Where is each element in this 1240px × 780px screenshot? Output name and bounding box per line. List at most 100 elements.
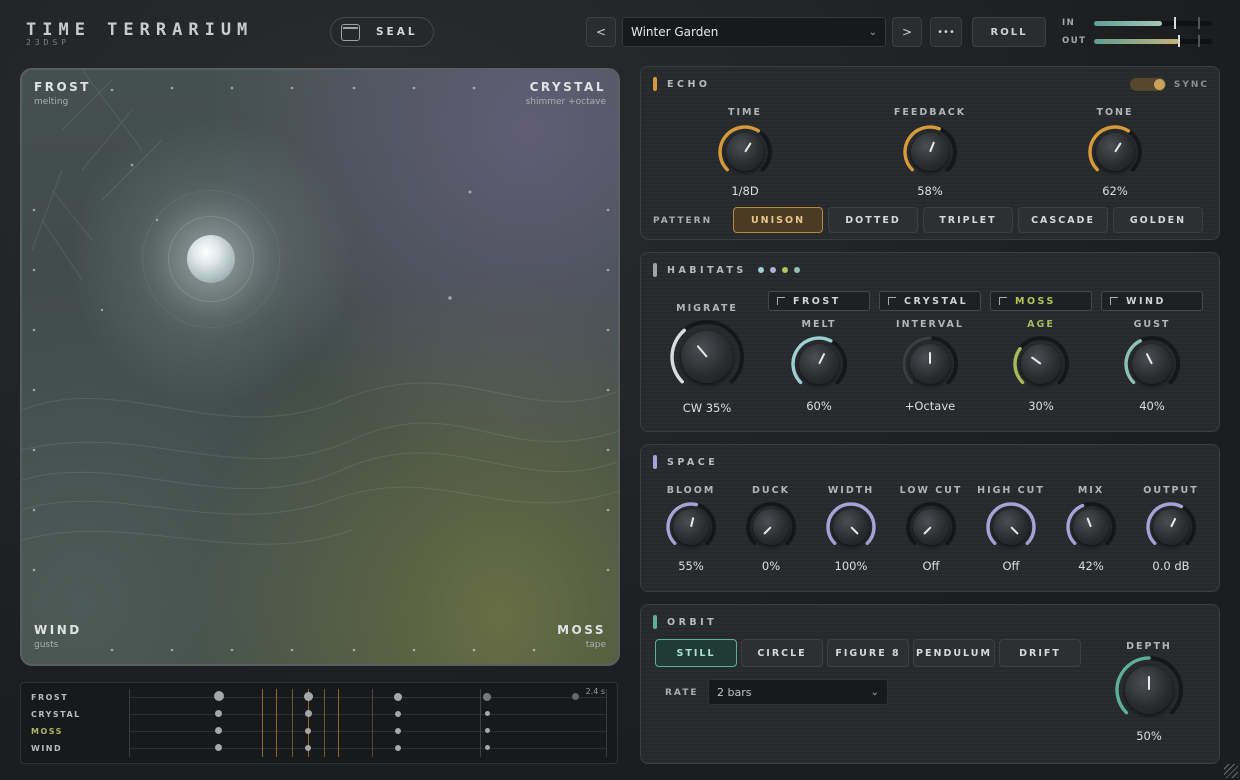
habitat-crystal-button[interactable]: CRYSTAL	[879, 291, 981, 311]
output-clip	[1197, 34, 1200, 47]
space-knob-group: BLOOM 55%	[651, 485, 731, 573]
xy-pad[interactable]: FROST melting CRYSTAL shimmer +octave WI…	[20, 68, 620, 666]
orbit-mode-still[interactable]: STILL	[655, 639, 737, 667]
rate-select[interactable]: 2 bars ⌄	[708, 679, 888, 705]
timeline-row	[130, 697, 606, 698]
tap-dot	[305, 710, 312, 717]
time-knob-value: 1/8D	[731, 184, 759, 198]
space-knob-label: HIGH CUT	[977, 485, 1045, 496]
corner-crystal: CRYSTAL shimmer +octave	[526, 80, 606, 107]
space-knob-value: Off	[1002, 559, 1020, 573]
knob-cap	[681, 331, 733, 383]
migrate-knob[interactable]	[669, 319, 745, 395]
space-knob[interactable]	[1065, 501, 1117, 553]
pattern-dotted[interactable]: DOTTED	[828, 207, 918, 233]
pattern-cascade[interactable]: CASCADE	[1018, 207, 1108, 233]
tap-line	[276, 689, 277, 757]
tap-dot	[485, 728, 490, 733]
space-knob-group: WIDTH 100%	[811, 485, 891, 573]
sync-label: SYNC	[1173, 79, 1209, 90]
tap-line	[338, 689, 339, 757]
knob-cap	[1021, 344, 1061, 384]
input-meter: IN	[1062, 16, 1212, 29]
space-knob-group: OUTPUT 0.0 dB	[1131, 485, 1211, 573]
pattern-golden[interactable]: GOLDEN	[1113, 207, 1203, 233]
tap-dot	[485, 745, 490, 750]
space-knob[interactable]	[745, 501, 797, 553]
time-knob[interactable]	[717, 124, 773, 180]
orbit-mode-figure8[interactable]: FIGURE 8	[827, 639, 909, 667]
corner-wind-sub: gusts	[34, 640, 59, 650]
depth-knob[interactable]	[1114, 655, 1184, 725]
timeline-row	[130, 714, 606, 715]
melt-knob[interactable]	[790, 335, 848, 393]
echo-header: ECHO	[653, 77, 711, 91]
sync-switch[interactable]	[1129, 78, 1166, 91]
tap-dot	[572, 693, 579, 700]
corner-icon	[1110, 297, 1118, 305]
orbit-mode-pendulum[interactable]: PENDULUM	[913, 639, 995, 667]
knob-indicator	[1148, 676, 1150, 690]
roll-button[interactable]: ROLL	[972, 17, 1046, 47]
migrate-knob-value: CW 35%	[682, 401, 732, 415]
feedback-knob-label: FEEDBACK	[893, 107, 967, 118]
input-meter-label: IN	[1062, 18, 1076, 28]
pattern-unison[interactable]: UNISON	[733, 207, 823, 233]
space-knob-value: 42%	[1078, 559, 1104, 573]
corner-frost: FROST melting	[34, 80, 91, 107]
next-preset-button[interactable]: >	[892, 17, 922, 47]
space-knob[interactable]	[665, 501, 717, 553]
feedback-knob[interactable]	[902, 124, 958, 180]
tap-dot	[305, 745, 311, 751]
space-knob[interactable]	[985, 501, 1037, 553]
timeline-grid	[129, 689, 607, 757]
prev-preset-button[interactable]: <	[586, 17, 616, 47]
time-knob-group: TIME 1/8D	[695, 107, 795, 198]
more-options-button[interactable]: •••	[930, 17, 962, 47]
space-knob[interactable]	[825, 501, 877, 553]
tap-dot	[395, 711, 401, 717]
space-knob-label: BLOOM	[666, 485, 716, 496]
habitat-moss-button[interactable]: MOSS	[990, 291, 1092, 311]
gust-knob-label: GUST	[1133, 319, 1171, 330]
habitats-panel: HABITATS MIGRATE CW 35% FROST CRYSTAL MO…	[640, 252, 1220, 432]
habitat-wind-label: WIND	[1126, 295, 1166, 307]
corner-frost-label: FROST	[34, 80, 91, 94]
orbit-mode-drift[interactable]: DRIFT	[999, 639, 1081, 667]
space-panel: SPACE BLOOM 55% DUCK 0% WIDTH 100% LOW CUT Off H…	[640, 444, 1220, 592]
tone-knob[interactable]	[1087, 124, 1143, 180]
migrate-knob-label: MIGRATE	[676, 303, 738, 314]
depth-knob-label: DEPTH	[1126, 641, 1172, 652]
output-peak	[1177, 34, 1180, 47]
output-meter-label: OUT	[1062, 36, 1087, 46]
resize-handle[interactable]	[1224, 764, 1238, 778]
preset-selector[interactable]: Winter Garden ⌄	[622, 17, 886, 47]
orbit-mode-circle[interactable]: CIRCLE	[741, 639, 823, 667]
pattern-triplet[interactable]: TRIPLET	[923, 207, 1013, 233]
space-knob-label: OUTPUT	[1143, 485, 1199, 496]
corner-icon	[999, 297, 1007, 305]
position-orb[interactable]	[187, 235, 235, 283]
output-meter-fill	[1094, 38, 1179, 44]
timeline[interactable]: FROST CRYSTAL MOSS WIND 2.4 s	[20, 682, 618, 764]
timeline-duration: 2.4 s	[585, 687, 605, 696]
habitat-frost-button[interactable]: FROST	[768, 291, 870, 311]
tap-line	[324, 689, 325, 757]
space-knob[interactable]	[1145, 501, 1197, 553]
habitats-title: HABITATS	[667, 264, 747, 276]
space-knob-group: LOW CUT Off	[891, 485, 971, 573]
habitat-wind-button[interactable]: WIND	[1101, 291, 1203, 311]
gust-knob[interactable]	[1123, 335, 1181, 393]
chevron-down-icon: ⌄	[868, 26, 877, 38]
sync-toggle[interactable]: SYNC	[1129, 78, 1209, 91]
knob-cap	[1073, 509, 1109, 545]
seal-button[interactable]: SEAL	[330, 17, 434, 47]
interval-knob[interactable]	[901, 335, 959, 393]
tap-line	[372, 689, 373, 757]
tap-dot	[305, 728, 311, 734]
corner-icon	[777, 297, 785, 305]
space-knob[interactable]	[905, 501, 957, 553]
age-knob[interactable]	[1012, 335, 1070, 393]
habitats-color-bar	[653, 263, 657, 277]
space-knob-value: 0%	[761, 559, 781, 573]
